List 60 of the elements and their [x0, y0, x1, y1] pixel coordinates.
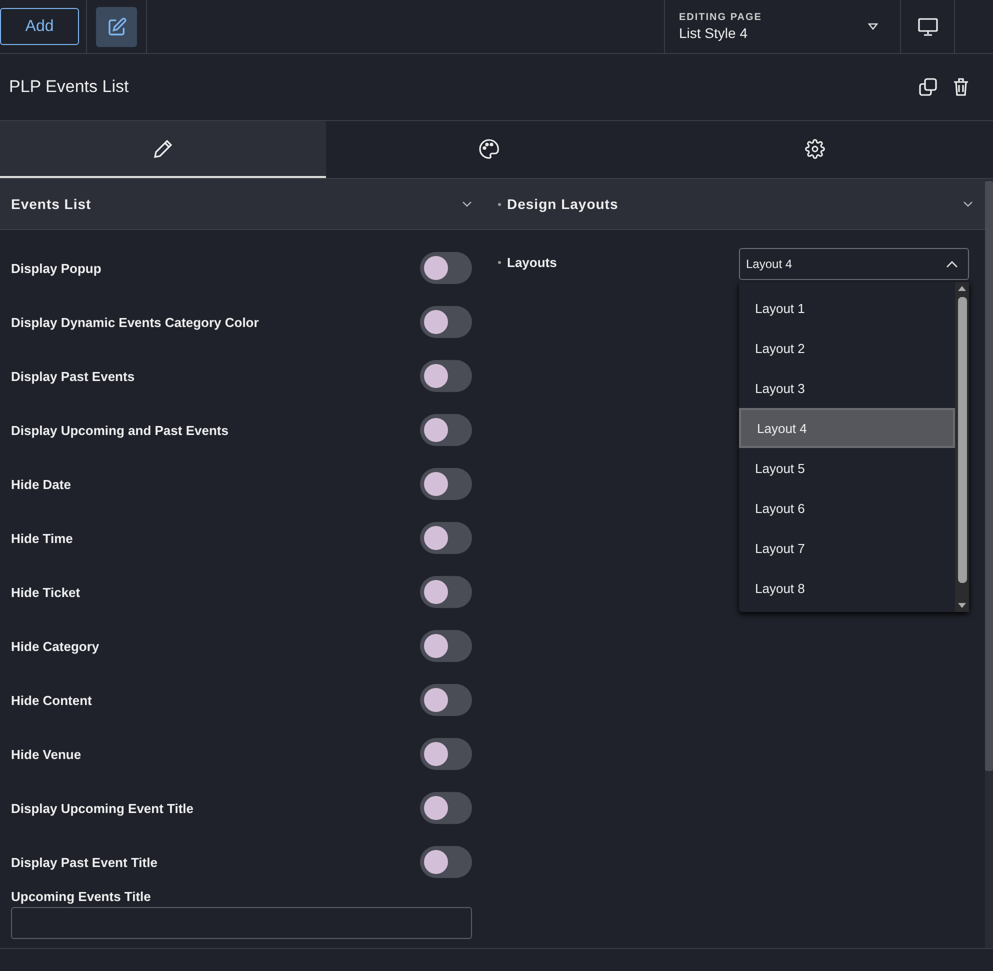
- dropdown-option[interactable]: Layout 7: [739, 528, 955, 568]
- page-name: List Style 4: [679, 25, 748, 41]
- layout-select[interactable]: Layout 4: [739, 248, 969, 280]
- toggle-switch[interactable]: [420, 630, 472, 662]
- toggle-label: Display Upcoming Event Title: [11, 800, 194, 816]
- edit-icon: [106, 16, 126, 36]
- toggle-switch[interactable]: [420, 792, 472, 824]
- toggle-label: Display Popup: [11, 260, 102, 276]
- toggle-label: Hide Time: [11, 530, 73, 546]
- input-field[interactable]: [11, 907, 472, 939]
- scrollbar[interactable]: [955, 282, 969, 612]
- toggle-switch[interactable]: [420, 468, 472, 500]
- copy-icon[interactable]: [919, 78, 937, 96]
- panel-title: PLP Events List: [9, 77, 129, 97]
- dropdown-option[interactable]: Layout 3: [739, 368, 955, 408]
- toggle-switch[interactable]: [420, 252, 472, 284]
- add-button[interactable]: Add: [0, 8, 79, 45]
- scroll-down-icon: [958, 603, 966, 608]
- dropdown-option[interactable]: Layout 2: [739, 328, 955, 368]
- toggle-label: Hide Date: [11, 476, 71, 492]
- page-selector[interactable]: EDITING PAGE List Style 4: [664, 0, 900, 53]
- dropdown-option[interactable]: Layout 8: [739, 568, 955, 608]
- toggle-switch[interactable]: [420, 576, 472, 608]
- editing-page-label: EDITING PAGE: [679, 12, 762, 23]
- field-label: Upcoming Events Title: [11, 889, 152, 904]
- dropdown-option[interactable]: Layout 5: [739, 448, 955, 488]
- toggle-switch[interactable]: [420, 684, 472, 716]
- toggle-label: Hide Ticket: [11, 584, 80, 600]
- section-title: Events List: [11, 196, 92, 212]
- section-header[interactable]: Design Layouts: [484, 179, 985, 230]
- tab[interactable]: [0, 121, 326, 178]
- toggle-switch[interactable]: [420, 360, 472, 392]
- toggle-switch[interactable]: [420, 846, 472, 878]
- toggle-label: Hide Venue: [11, 746, 82, 762]
- field-label: Layouts: [507, 254, 557, 270]
- toggle-switch[interactable]: [420, 306, 472, 338]
- palette-icon: [479, 138, 499, 158]
- section-header[interactable]: Events List: [0, 179, 484, 230]
- toggle-label: Display Past Events: [11, 368, 135, 384]
- pencil-icon: [153, 138, 173, 158]
- trash-icon[interactable]: [953, 78, 969, 96]
- scroll-up-icon: [958, 286, 966, 291]
- select-value: Layout 4: [746, 257, 792, 271]
- desktop-icon[interactable]: [918, 18, 938, 36]
- toggle-label: Display Upcoming and Past Events: [11, 422, 228, 438]
- toggle-switch[interactable]: [420, 522, 472, 554]
- dropdown-option[interactable]: Layout 1: [739, 288, 955, 328]
- dropdown-option[interactable]: Layout 6: [739, 488, 955, 528]
- toggle-switch[interactable]: [420, 738, 472, 770]
- caret-icon: [868, 22, 878, 30]
- edit-button[interactable]: [96, 6, 137, 46]
- toggle-label: Hide Content: [11, 692, 92, 708]
- toggle-label: Display Past Event Title: [11, 854, 158, 870]
- scrollbar[interactable]: [985, 179, 993, 948]
- settings-icon: [805, 138, 825, 158]
- dropdown-option[interactable]: Layout 4: [739, 408, 955, 448]
- toggle-label: Hide Category: [11, 638, 100, 654]
- toggle-label: Display Dynamic Events Category Color: [11, 314, 259, 330]
- section-title: Design Layouts: [507, 196, 618, 212]
- toggle-switch[interactable]: [420, 414, 472, 446]
